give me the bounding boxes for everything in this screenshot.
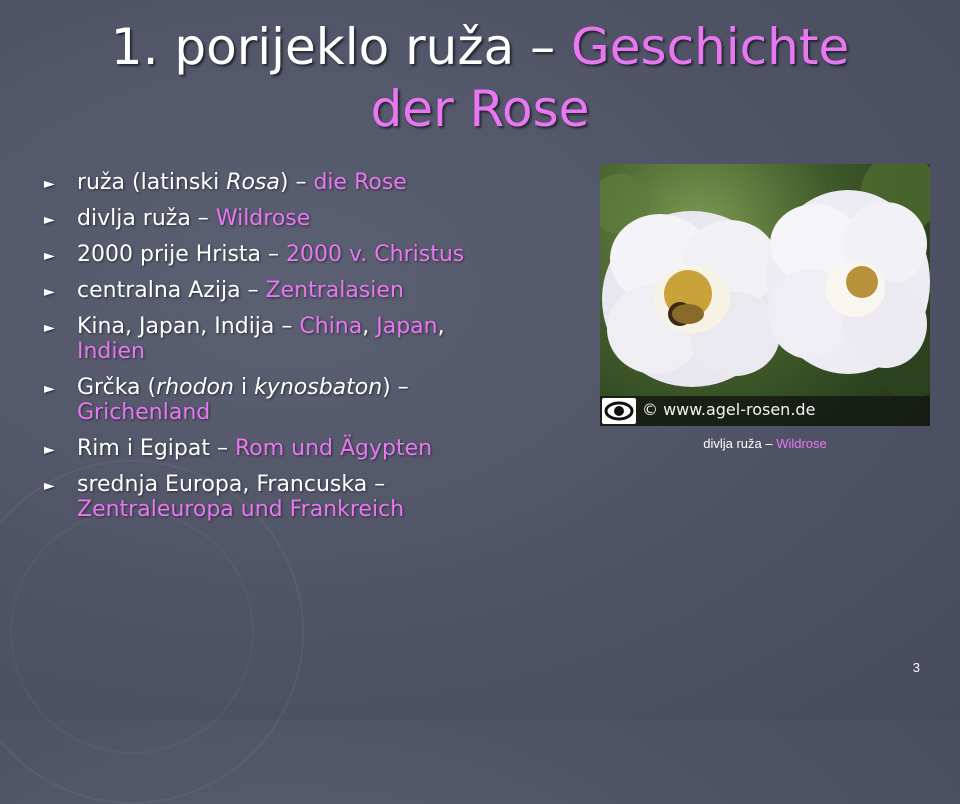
bullet-item: ► Rim i Egipat – Rom und Ägypten [44, 436, 494, 461]
bullet-item: ► ruža (latinski Rosa) – die Rose [44, 170, 494, 195]
bullet-arrow-icon: ► [44, 442, 55, 458]
bullet-arrow-icon: ► [44, 478, 55, 494]
latin-term: rhodon [156, 375, 234, 400]
bullet-arrow-icon: ► [44, 212, 55, 228]
bullet-item: ► srednja Europa, Francuska – Zentraleuro… [44, 472, 494, 522]
bullet-arrow-icon: ► [44, 176, 55, 192]
bullet-item: ► centralna Azija – Zentralasien [44, 278, 494, 303]
background-compass-ring [10, 510, 254, 754]
croatian-text: Rim i Egipat – [77, 436, 235, 461]
photo-watermark-text: © www.agel-rosen.de [642, 400, 816, 419]
bullet-arrow-icon: ► [44, 284, 55, 300]
german-term: Grichenland [77, 400, 211, 425]
photo-watermark-bar: © www.agel-rosen.de [600, 396, 930, 426]
bullet-arrow-icon: ► [44, 248, 55, 264]
croatian-text: divlja ruža – [77, 206, 216, 231]
caption-highlight: Wildrose [776, 436, 827, 451]
bullet-list: ► ruža (latinski Rosa) – die Rose ► divlja … [44, 170, 494, 533]
croatian-text: i [233, 375, 255, 400]
rose-illustration [600, 164, 930, 399]
german-term: China [299, 314, 363, 339]
left-rose [602, 211, 782, 387]
croatian-text: Grčka ( [77, 375, 157, 400]
right-rose [766, 190, 930, 374]
german-term: Indien [77, 339, 145, 364]
croatian-text: , [437, 314, 445, 339]
german-term: Japan [376, 314, 438, 339]
bullet-item: ► divlja ruža – Wildrose [44, 206, 494, 231]
slide-number: 3 [912, 660, 920, 675]
german-term: Zentralasien [265, 278, 404, 303]
german-term: Wildrose [215, 206, 311, 231]
german-term: die Rose [313, 170, 407, 195]
bullet-arrow-icon: ► [44, 381, 55, 397]
wild-rose-photo: © www.agel-rosen.de [600, 164, 930, 426]
croatian-text: ) – [279, 170, 314, 195]
eye-icon [602, 398, 636, 424]
bullet-item: ► Grčka (rhodon i kynosbaton) – Grichenla… [44, 375, 494, 425]
latin-term: kynosbaton [254, 375, 383, 400]
title-highlight-line1: Geschichte [571, 18, 850, 76]
croatian-text: ) – [382, 375, 409, 400]
photo-caption: divlja ruža – Wildrose [600, 436, 930, 451]
croatian-text: 2000 prije Hrista – [77, 242, 286, 267]
german-term: Rom und Ägypten [234, 436, 433, 461]
title-highlight-line2: der Rose [370, 80, 590, 138]
latin-term: Rosa [226, 170, 280, 195]
bullet-arrow-icon: ► [44, 320, 55, 336]
slide-title: 1. porijeklo ruža – Geschichte der Rose [40, 16, 920, 140]
german-term: 2000 v. Christus [286, 242, 465, 267]
bullet-item: ► Kina, Japan, Indija – China, Japan, Ind… [44, 314, 494, 364]
croatian-text: , [362, 314, 377, 339]
bullet-item: ► 2000 prije Hrista – 2000 v. Christus [44, 242, 494, 267]
caption-plain: divlja ruža – [703, 436, 777, 451]
croatian-text: ruža (latinski [77, 170, 227, 195]
croatian-text: Kina, Japan, Indija – [77, 314, 300, 339]
croatian-text: srednja Europa, Francuska – [77, 472, 386, 497]
german-term: Zentraleuropa und Frankreich [77, 497, 405, 522]
title-prefix: 1. porijeklo ruža – [110, 18, 572, 76]
croatian-text: centralna Azija – [77, 278, 266, 303]
